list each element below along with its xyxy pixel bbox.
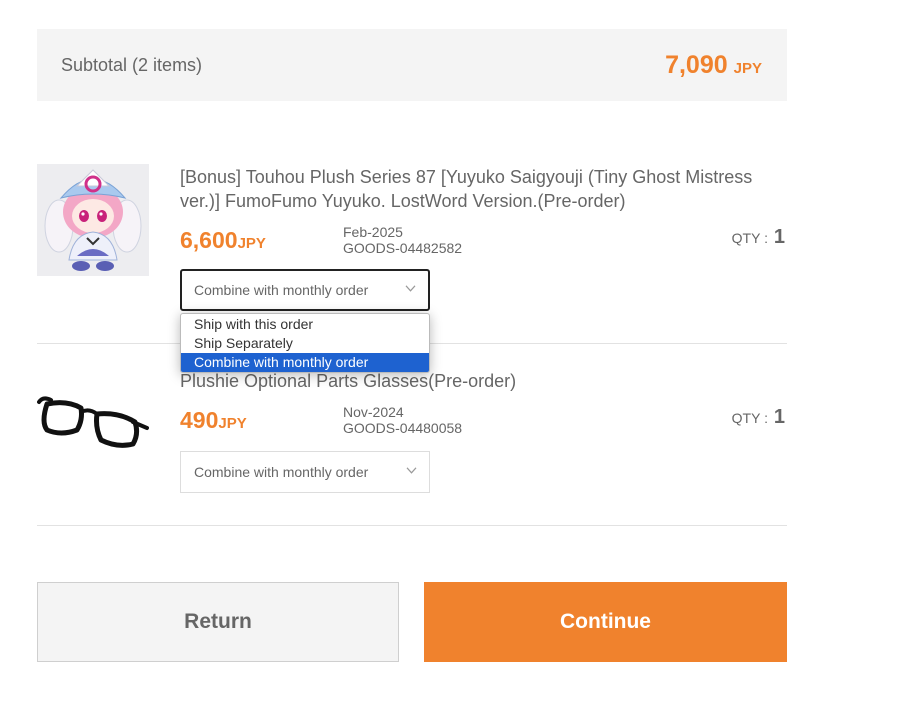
- subtotal-label: Subtotal (2 items): [61, 54, 203, 75]
- item-price-amount: 490: [180, 407, 219, 433]
- item-price: 490JPY: [180, 407, 247, 434]
- subtotal-amount: 7,090: [665, 50, 728, 79]
- item-release-date: Feb-2025: [343, 224, 403, 240]
- item-price-amount: 6,600: [180, 227, 238, 253]
- subtotal-price: 7,090 JPY: [665, 51, 762, 80]
- shipping-select-value: Combine with monthly order: [194, 464, 369, 480]
- subtotal-bar: Subtotal (2 items) 7,090 JPY: [37, 29, 787, 101]
- yuyuko-plush-image[interactable]: [37, 164, 149, 276]
- glasses-image[interactable]: [37, 364, 149, 476]
- item-price: 6,600JPY: [180, 227, 266, 254]
- item-meta: Feb-2025 GOODS-04482582: [343, 224, 462, 256]
- item-meta: Nov-2024 GOODS-04480058: [343, 404, 462, 436]
- continue-button[interactable]: Continue: [424, 582, 787, 662]
- item-price-currency: JPY: [237, 235, 266, 252]
- return-button[interactable]: Return: [37, 582, 399, 662]
- item-code: GOODS-04480058: [343, 420, 463, 436]
- cart-item: Plushie Optional Parts Glasses(Pre-order…: [37, 364, 787, 524]
- shipping-select[interactable]: Combine with monthly order: [180, 451, 430, 493]
- shipping-select[interactable]: Combine with monthly order: [180, 269, 430, 311]
- item-release-date: Nov-2024: [343, 404, 404, 420]
- shipping-option[interactable]: Ship Separately: [181, 334, 429, 353]
- qty-value: 1: [773, 226, 785, 248]
- shipping-options-dropdown[interactable]: Ship with this order Ship Separately Com…: [180, 313, 430, 373]
- item-title[interactable]: [Bonus] Touhou Plush Series 87 [Yuyuko S…: [180, 165, 770, 213]
- item-qty: QTY : 1: [732, 406, 785, 429]
- item-code: GOODS-04482582: [343, 240, 463, 256]
- item-price-currency: JPY: [218, 415, 247, 432]
- item-divider: [37, 525, 787, 526]
- shipping-select-value: Combine with monthly order: [194, 282, 369, 298]
- qty-label: QTY :: [731, 410, 772, 426]
- subtotal-currency: JPY: [733, 59, 762, 77]
- chevron-down-icon: [406, 465, 417, 477]
- qty-value: 1: [773, 406, 785, 428]
- shipping-option[interactable]: Ship with this order: [181, 315, 429, 334]
- shipping-option-selected[interactable]: Combine with monthly order: [181, 353, 429, 372]
- item-qty: QTY : 1: [732, 226, 785, 249]
- qty-label: QTY :: [731, 230, 772, 246]
- chevron-down-icon: [405, 283, 416, 295]
